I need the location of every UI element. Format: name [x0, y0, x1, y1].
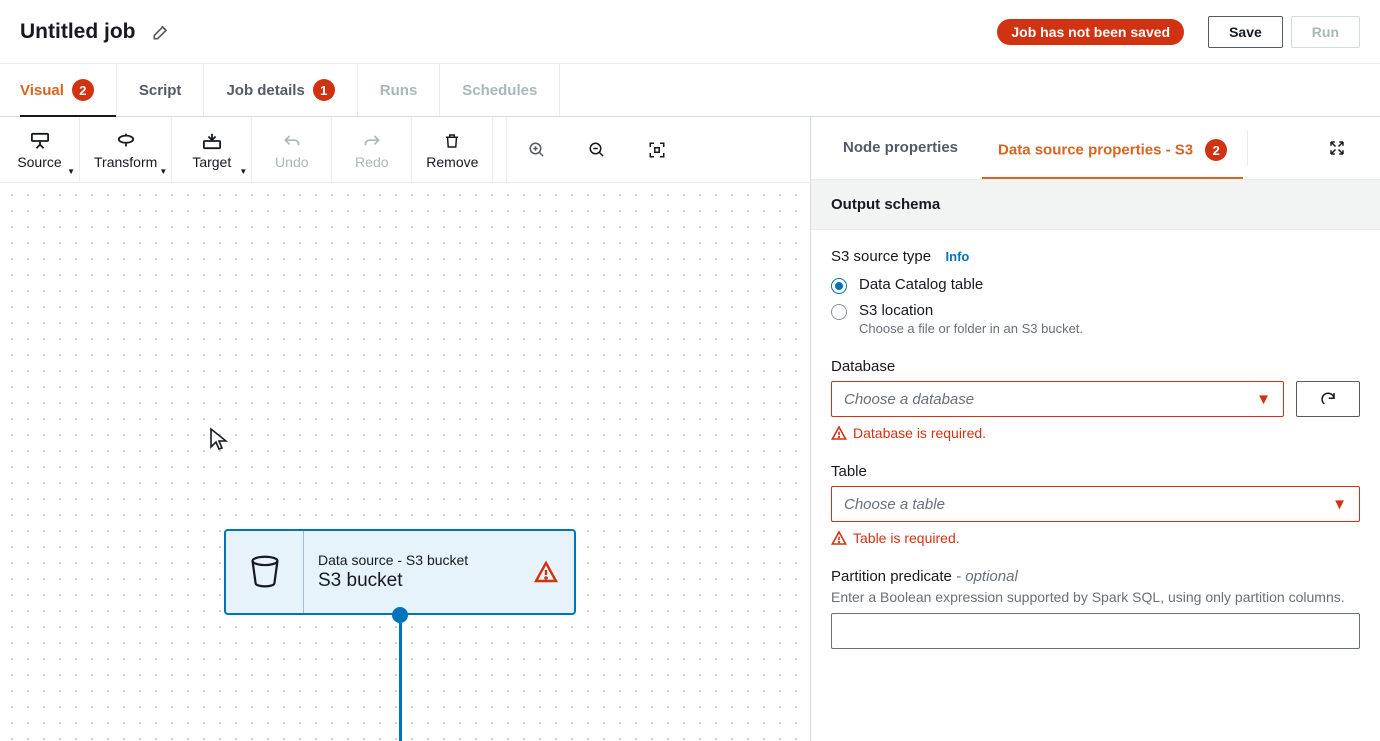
side-form: S3 source type Info Data Catalog table S…: [811, 230, 1380, 741]
s3-source-type-radios: Data Catalog table S3 location Choose a …: [831, 276, 1360, 336]
table-error: Table is required.: [831, 530, 1360, 546]
header-bar: Untitled job Job has not been saved Save…: [0, 0, 1380, 64]
refresh-database-button[interactable]: [1296, 381, 1360, 417]
tab-runs: Runs: [358, 64, 441, 116]
edge: [399, 623, 402, 741]
save-button[interactable]: Save: [1208, 16, 1283, 48]
table-select[interactable]: Choose a table ▼: [831, 486, 1360, 522]
radio-s3loc-help: Choose a file or folder in an S3 bucket.: [859, 321, 1083, 336]
tab-schedules-label: Schedules: [462, 82, 537, 99]
caret-icon: ▼: [239, 167, 247, 176]
chevron-down-icon: ▼: [1332, 496, 1347, 513]
tool-fit[interactable]: [627, 117, 687, 182]
visual-canvas[interactable]: Data source - S3 bucket S3 bucket: [0, 183, 810, 741]
tool-transform[interactable]: Transform ▼: [80, 117, 172, 182]
tab-job-details-badge: 1: [313, 79, 335, 101]
node-subtitle: Data source - S3 bucket: [318, 552, 560, 568]
s3-source-type-label: S3 source type: [831, 248, 931, 265]
zoom-out-icon: [588, 139, 606, 161]
node-output-port[interactable]: [392, 607, 408, 623]
database-select[interactable]: Choose a database ▼: [831, 381, 1284, 417]
tab-visual-badge: 2: [72, 79, 94, 101]
expand-panel-icon[interactable]: [1310, 139, 1364, 157]
fit-icon: [648, 139, 666, 161]
partition-help: Enter a Boolean expression supported by …: [831, 589, 1360, 605]
target-icon: [201, 130, 223, 152]
tool-target-label: Target: [192, 154, 231, 170]
tool-undo-label: Undo: [275, 154, 308, 170]
side-tab-ds-badge: 2: [1205, 139, 1227, 161]
table-label: Table: [831, 463, 1360, 480]
node-icon-cell: [226, 531, 304, 613]
tab-script[interactable]: Script: [117, 64, 205, 116]
caret-icon: ▼: [159, 167, 167, 176]
edit-title-icon[interactable]: [151, 22, 171, 42]
side-tab-node-label: Node properties: [843, 139, 958, 156]
radio-data-catalog[interactable]: Data Catalog table: [831, 276, 1360, 294]
table-placeholder: Choose a table: [844, 496, 945, 513]
side-tab-ds-label: Data source properties - S3: [998, 142, 1193, 159]
node-title: S3 bucket: [318, 570, 560, 592]
tab-job-details[interactable]: Job details 1: [204, 64, 357, 116]
bucket-icon: [248, 554, 282, 590]
chevron-down-icon: ▼: [1256, 391, 1271, 408]
top-tabs: Visual 2 Script Job details 1 Runs Sched…: [0, 64, 1380, 116]
tab-visual[interactable]: Visual 2: [20, 64, 117, 116]
tool-remove[interactable]: Remove: [412, 117, 493, 182]
output-schema-header[interactable]: Output schema: [811, 179, 1380, 230]
radio-catalog-label: Data Catalog table: [859, 276, 983, 293]
tab-script-label: Script: [139, 82, 182, 99]
tool-target[interactable]: Target ▼: [172, 117, 252, 182]
tab-visual-label: Visual: [20, 82, 64, 99]
transform-icon: [115, 130, 137, 152]
zoom-in-icon: [528, 139, 546, 161]
redo-icon: [362, 130, 382, 152]
tool-remove-label: Remove: [426, 154, 478, 170]
trash-icon: [443, 130, 461, 152]
tool-source[interactable]: Source ▼: [0, 117, 80, 182]
database-placeholder: Choose a database: [844, 391, 974, 408]
radio-indicator: [831, 278, 847, 294]
undo-icon: [282, 130, 302, 152]
refresh-icon: [1319, 390, 1337, 408]
partition-predicate-input[interactable]: [831, 613, 1360, 649]
source-icon: [29, 130, 51, 152]
tab-schedules: Schedules: [440, 64, 560, 116]
tool-redo-label: Redo: [355, 154, 388, 170]
not-saved-badge: Job has not been saved: [997, 19, 1184, 45]
side-panel: Node properties Data source properties -…: [810, 117, 1380, 741]
tool-redo[interactable]: Redo: [332, 117, 412, 182]
warning-icon: [534, 560, 558, 584]
tool-source-label: Source: [17, 154, 61, 170]
database-label: Database: [831, 358, 1360, 375]
tool-undo[interactable]: Undo: [252, 117, 332, 182]
side-tab-node-properties[interactable]: Node properties: [827, 117, 974, 179]
node-s3-bucket[interactable]: Data source - S3 bucket S3 bucket: [224, 529, 576, 615]
partition-label: Partition predicate - optional: [831, 568, 1360, 585]
info-link[interactable]: Info: [946, 249, 970, 264]
tool-transform-label: Transform: [94, 154, 157, 170]
job-title: Untitled job: [20, 20, 135, 44]
side-tabs: Node properties Data source properties -…: [811, 117, 1380, 179]
tab-runs-label: Runs: [380, 82, 418, 99]
side-tab-data-source[interactable]: Data source properties - S3 2: [982, 117, 1243, 179]
radio-s3-location[interactable]: S3 location Choose a file or folder in a…: [831, 302, 1360, 336]
radio-s3loc-label: S3 location: [859, 302, 1083, 319]
canvas-toolbar: Source ▼ Transform ▼ Target ▼: [0, 117, 810, 183]
run-button[interactable]: Run: [1291, 16, 1360, 48]
tool-zoom-out[interactable]: [567, 117, 627, 182]
tool-zoom-in[interactable]: [507, 117, 567, 182]
radio-indicator: [831, 304, 847, 320]
database-error: Database is required.: [831, 425, 1360, 441]
caret-icon: ▼: [67, 167, 75, 176]
tab-job-details-label: Job details: [226, 82, 304, 99]
cursor-icon: [208, 427, 228, 453]
